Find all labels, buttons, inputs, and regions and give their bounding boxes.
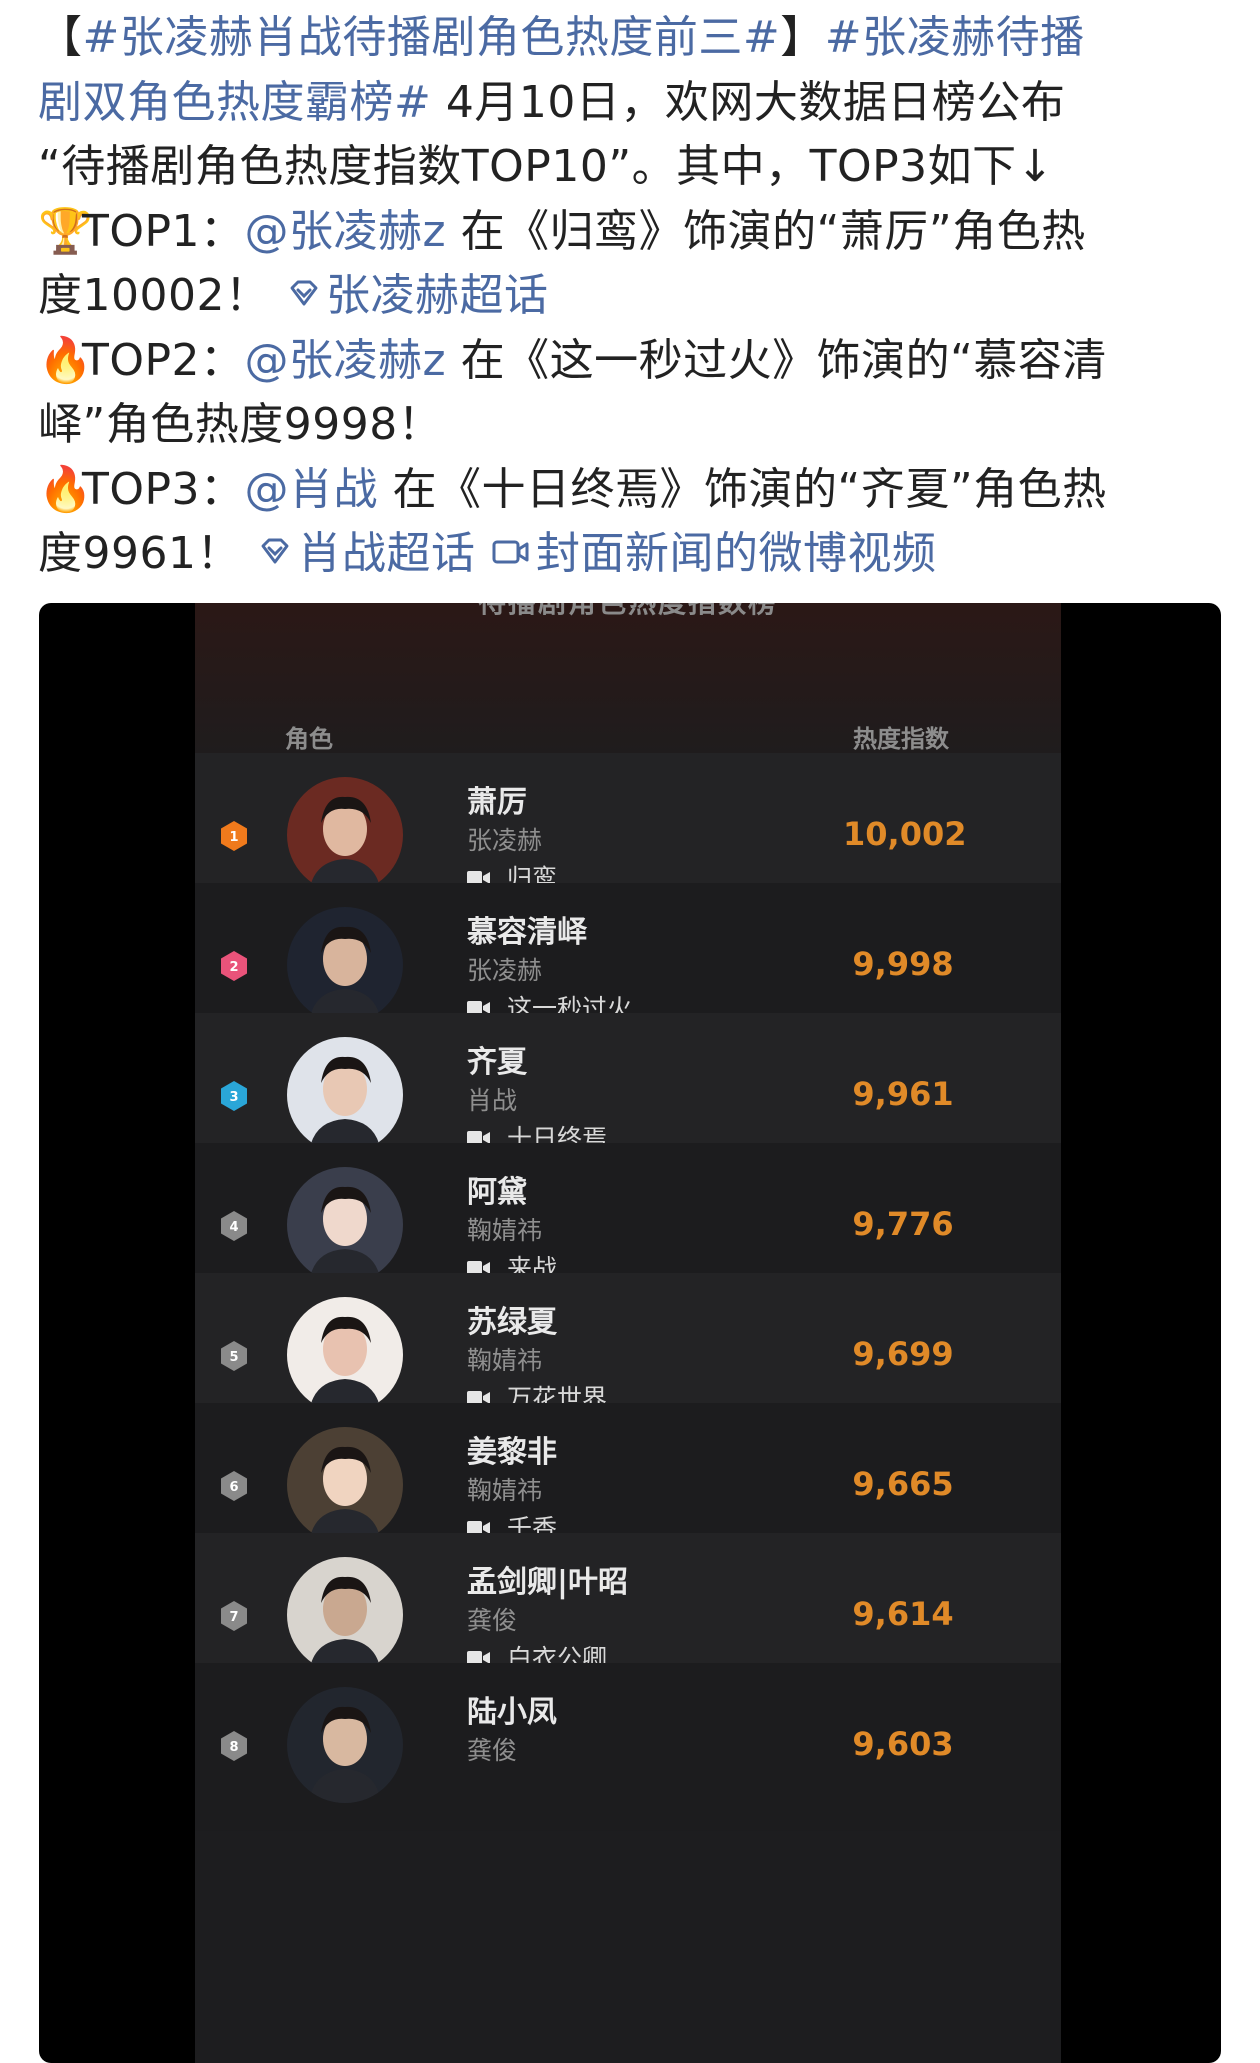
mention-link[interactable]: @张凌赫z (245, 206, 447, 257)
avatar (287, 1687, 403, 1803)
heat-index: 9,699 (852, 1335, 954, 1373)
heat-index: 9,603 (852, 1725, 954, 1763)
actor-name: 肖战 (467, 1086, 518, 1115)
trophy-icon: 🏆 (38, 205, 94, 257)
ranking-panel: 待播剧角色热度指数榜 角色 热度指数 1萧厉张凌赫归鸾10,0022慕容清峄张凌… (195, 603, 1061, 2063)
mention-link[interactable]: @肖战 (245, 464, 379, 515)
topic-link[interactable]: 肖战超话 (297, 528, 490, 579)
avatar (287, 1037, 403, 1153)
heat-index: 9,961 (852, 1075, 954, 1113)
heat-index: 9,776 (852, 1205, 954, 1243)
heat-index: 9,665 (852, 1465, 954, 1503)
avatar (287, 1557, 403, 1673)
svg-text:8: 8 (229, 1740, 238, 1755)
post-text-segment: 】 (780, 12, 825, 63)
post-text-segment: 在《这一秒过火》饰演的“慕容清 (446, 334, 1107, 386)
actor-name: 张凌赫 (467, 956, 543, 985)
hashtag-link[interactable]: #张凌赫肖战待播剧角色热度前三# (83, 12, 781, 63)
topic-link[interactable]: 张凌赫超话 (326, 270, 549, 321)
panel-title: 待播剧角色热度指数榜 (195, 603, 1061, 621)
rank-badge-icon: 5 (219, 1339, 249, 1373)
rank-badge-icon: 4 (219, 1209, 249, 1243)
role-name: 萧厉 (467, 785, 527, 820)
heat-index: 9,998 (852, 945, 954, 983)
fire-icon: 🔥 (38, 463, 94, 515)
supertopic-diamond-icon (284, 268, 324, 308)
role-name: 慕容清峄 (467, 915, 587, 950)
heat-index: 10,002 (843, 815, 967, 853)
post-text-segment: 在《十日终焉》饰演的“齐夏”角色热 (378, 463, 1107, 515)
avatar (287, 1167, 403, 1283)
post-line: “待播剧角色热度指数TOP10”。其中，TOP3如下↓ (38, 135, 1228, 200)
svg-text:2: 2 (229, 960, 238, 975)
svg-text:4: 4 (229, 1220, 238, 1235)
actor-name: 龚俊 (467, 1736, 518, 1765)
svg-text:7: 7 (229, 1610, 238, 1625)
post-line: 峄”角色热度9998！ (38, 393, 1228, 458)
post-text-segment: TOP2： (82, 334, 245, 386)
avatar (287, 1427, 403, 1543)
avatar (287, 907, 403, 1023)
supertopic-diamond-icon (255, 526, 295, 566)
camera-icon (467, 1253, 491, 1275)
post-text-segment: “待播剧角色热度指数TOP10”。其中，TOP3如下↓ (38, 141, 1055, 192)
camera-icon (467, 993, 491, 1015)
actor-name: 龚俊 (467, 1606, 518, 1635)
rank-badge-icon: 1 (219, 819, 249, 853)
rank-badge-icon: 8 (219, 1729, 249, 1763)
role-name: 阿黛 (467, 1175, 527, 1210)
rank-badge-icon: 3 (219, 1079, 249, 1113)
hashtag-link[interactable]: #张凌赫待播 (825, 12, 1085, 63)
actor-name: 张凌赫 (467, 826, 543, 855)
camera-icon (467, 1513, 491, 1535)
role-name: 苏绿夏 (467, 1305, 557, 1340)
video-link-icon (490, 526, 532, 566)
post-text-segment: TOP3： (82, 463, 245, 515)
actor-name: 鞠婧祎 (467, 1476, 543, 1505)
role-name: 孟剑卿|叶昭 (467, 1565, 628, 1600)
mention-link[interactable]: @张凌赫z (245, 335, 447, 386)
svg-text:1: 1 (229, 830, 238, 845)
post-text-segment: 4月10日，欢网大数据日榜公布 (431, 76, 1066, 128)
rank-badge-icon: 2 (219, 949, 249, 983)
rank-badge-icon: 7 (219, 1599, 249, 1633)
avatar (287, 1297, 403, 1413)
post-line: 度10002！ 张凌赫超话 (38, 264, 1228, 329)
column-header-role: 角色 (285, 725, 333, 753)
avatar (287, 777, 403, 893)
svg-text:3: 3 (229, 1090, 238, 1105)
post-text-segment: 峄”角色热度9998！ (38, 399, 443, 450)
post-text-segment: 在《归鸾》饰演的“萧厉”角色热 (446, 205, 1086, 257)
camera-icon (467, 863, 491, 885)
role-name: 姜黎非 (467, 1435, 557, 1470)
camera-icon (467, 1123, 491, 1145)
post-text-segment: 度9961！ (38, 528, 256, 579)
embedded-ranking-screenshot[interactable]: 待播剧角色热度指数榜 角色 热度指数 1萧厉张凌赫归鸾10,0022慕容清峄张凌… (39, 603, 1221, 2063)
svg-text:5: 5 (229, 1350, 238, 1365)
column-header-heat: 热度指数 (853, 725, 949, 753)
post-line: 度9961！ 肖战超话 封面新闻的微博视频 (38, 522, 1228, 587)
post-line: 🏆TOP1：@张凌赫z 在《归鸾》饰演的“萧厉”角色热 (38, 200, 1228, 265)
post-body: 【#张凌赫肖战待播剧角色热度前三#】#张凌赫待播 剧双角色热度霸榜# 4月10日，… (38, 6, 1228, 587)
post-line: 【#张凌赫肖战待播剧角色热度前三#】#张凌赫待播 (38, 6, 1228, 71)
post-line: 剧双角色热度霸榜# 4月10日，欢网大数据日榜公布 (38, 71, 1228, 136)
post-line: 🔥TOP3：@肖战 在《十日终焉》饰演的“齐夏”角色热 (38, 458, 1228, 523)
hashtag-link[interactable]: 剧双角色热度霸榜# (38, 77, 431, 128)
ranking-row[interactable]: 8 陆小凤龚俊 9,603 (195, 1663, 1061, 1831)
camera-icon (467, 1383, 491, 1405)
post-text-segment: TOP1： (82, 205, 245, 257)
svg-text:6: 6 (229, 1480, 238, 1495)
actor-name: 鞠婧祎 (467, 1346, 543, 1375)
post-text-segment: 【 (38, 12, 83, 63)
post-text-segment: 度10002！ (38, 270, 284, 321)
heat-index: 9,614 (852, 1595, 954, 1633)
role-name: 齐夏 (467, 1045, 527, 1080)
camera-icon (467, 1643, 491, 1665)
fire-icon: 🔥 (38, 334, 94, 386)
post-line: 🔥TOP2：@张凌赫z 在《这一秒过火》饰演的“慕容清 (38, 329, 1228, 394)
topic-link[interactable]: 封面新闻的微博视频 (536, 528, 937, 579)
rank-badge-icon: 6 (219, 1469, 249, 1503)
actor-name: 鞠婧祎 (467, 1216, 543, 1245)
role-name: 陆小凤 (467, 1695, 557, 1730)
